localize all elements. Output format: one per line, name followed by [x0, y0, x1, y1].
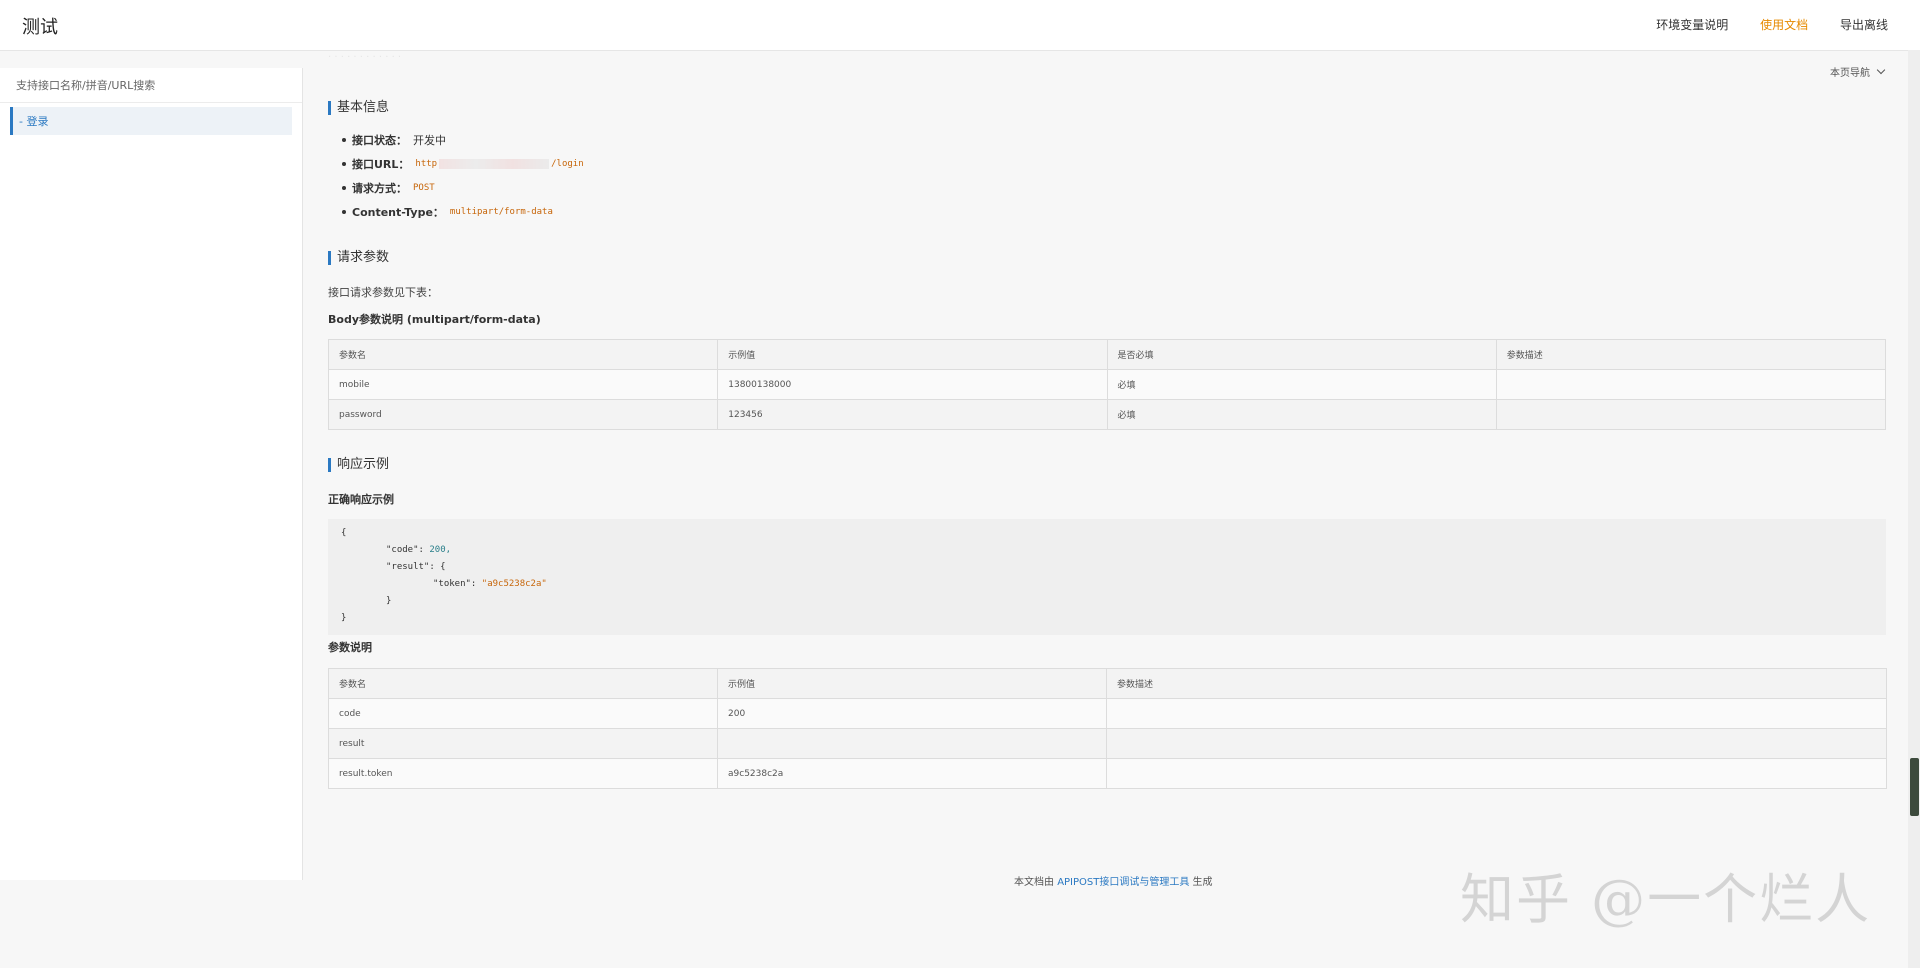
- scrollbar-thumb[interactable]: [1910, 758, 1919, 816]
- sidebar-item-login[interactable]: - 登录: [10, 107, 292, 135]
- top-bar: 测试 环境变量说明 使用文档 导出离线: [0, 0, 1920, 51]
- table-row: result.token a9c5238c2a: [328, 758, 1887, 789]
- top-nav: 环境变量说明 使用文档 导出离线: [1628, 16, 1888, 33]
- section-request-params: 请求参数: [328, 251, 389, 265]
- table-header-row: 参数名 示例值 参数描述: [328, 668, 1887, 699]
- response-params-table: 参数名 示例值 参数描述 code 200 result result.toke…: [328, 668, 1887, 789]
- nav-docs[interactable]: 使用文档: [1760, 18, 1808, 32]
- info-url: 接口URL： http /login: [342, 152, 584, 176]
- info-method: 请求方式： POST: [342, 176, 584, 200]
- nav-export-offline[interactable]: 导出离线: [1840, 18, 1888, 32]
- table-row: result: [328, 728, 1887, 759]
- page-nav-label: 本页导航: [1830, 68, 1870, 79]
- search-input[interactable]: [14, 77, 288, 93]
- nav-env-vars[interactable]: 环境变量说明: [1656, 18, 1728, 32]
- footer: 本文档由 APIPOST接口调试与管理工具 生成: [1014, 877, 1213, 888]
- table-header-row: 参数名 示例值 是否必填 参数描述: [327, 339, 1887, 370]
- status-value: 开发中: [413, 134, 446, 147]
- table-row: password 123456 必填: [327, 399, 1887, 430]
- url-prefix: http: [415, 159, 438, 169]
- body-params-label: Body参数说明 (multipart/form-data): [328, 313, 541, 326]
- request-params-table: 参数名 示例值 是否必填 参数描述 mobile 13800138000 必填 …: [327, 339, 1887, 430]
- apipost-link[interactable]: APIPOST接口调试与管理工具: [1057, 877, 1189, 888]
- url-redacted: [439, 159, 550, 169]
- table-row: mobile 13800138000 必填: [327, 369, 1887, 400]
- info-content-type: Content-Type： multipart/form-data: [342, 200, 584, 224]
- response-code-block: { "code": 200, "result": { "token": "a9c…: [328, 519, 1886, 635]
- sidebar: - 登录: [0, 68, 303, 880]
- table-row: code 200: [328, 698, 1887, 729]
- section-response-example: 响应示例: [328, 458, 389, 472]
- project-title: 测试: [22, 17, 58, 38]
- scrollbar-track[interactable]: [1908, 50, 1920, 968]
- method-value: POST: [413, 183, 435, 193]
- basic-info-list: 接口状态： 开发中 接口URL： http /login 请求方式： POST …: [342, 128, 584, 224]
- col-param-name: 参数名: [327, 339, 719, 370]
- ok-response-label: 正确响应示例: [328, 493, 394, 506]
- col-description: 参数描述: [1106, 668, 1887, 699]
- param-desc-label: 参数说明: [328, 641, 372, 654]
- url-suffix: /login: [551, 159, 584, 169]
- col-param-name: 参数名: [328, 668, 718, 699]
- breadcrumb: · · · · · · · · · · · ·: [328, 52, 402, 63]
- request-intro: 接口请求参数见下表：: [328, 286, 438, 299]
- watermark: 知乎 @一个烂人: [1460, 868, 1872, 931]
- info-status: 接口状态： 开发中: [342, 128, 584, 152]
- page-nav-toggle[interactable]: 本页导航: [1830, 64, 1886, 79]
- section-basic-info: 基本信息: [328, 101, 389, 115]
- col-example: 示例值: [717, 339, 1108, 370]
- col-required: 是否必填: [1106, 339, 1497, 370]
- chevron-down-icon: [1876, 65, 1886, 75]
- col-description: 参数描述: [1495, 339, 1887, 370]
- col-example: 示例值: [717, 668, 1107, 699]
- search-box: [0, 68, 302, 103]
- content-type-value: multipart/form-data: [449, 207, 553, 217]
